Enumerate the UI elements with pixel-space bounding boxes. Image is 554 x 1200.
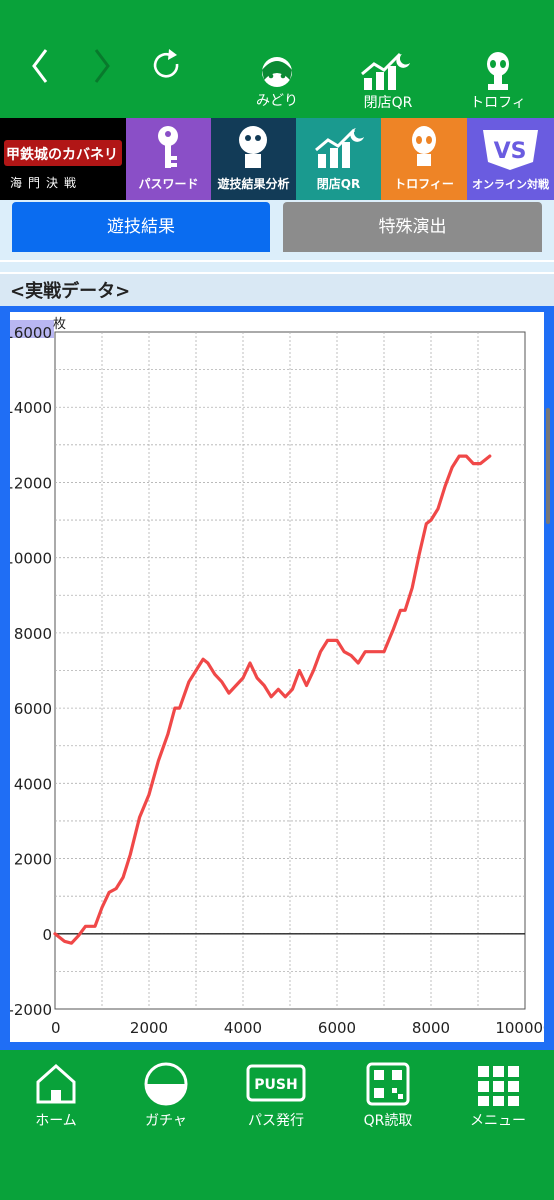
chevron-right-icon: [94, 49, 110, 83]
back-button[interactable]: [12, 40, 72, 120]
chevron-left-icon: [32, 49, 48, 83]
x-tick-label: 4000: [224, 1019, 262, 1037]
closing-qr-tile-label: 閉店QR: [316, 177, 361, 191]
mascot-label: みどり: [256, 93, 298, 109]
y-axis-unit-label: 枚: [53, 317, 66, 332]
x-tick-label: 6000: [318, 1019, 356, 1037]
chart-frame: 0200040006000800010000G-2000020004000600…: [0, 306, 554, 1050]
x-tick-label: 10000G: [495, 1019, 544, 1037]
game-logo-title: 甲鉄城のカバネリ: [6, 147, 118, 163]
bottom-nav: ホーム ガチャ PUSH パス発行 QR読取 メニュー: [0, 1050, 554, 1200]
password-label: パスワード: [138, 177, 199, 191]
forward-button[interactable]: [70, 40, 130, 120]
gacha-capsule-icon: [144, 1062, 188, 1106]
nav-qr-scan-label: QR読取: [363, 1113, 413, 1129]
y-tick-label: 10000: [10, 550, 52, 568]
x-tick-label: 8000: [412, 1019, 450, 1037]
y-tick-label: 12000: [10, 474, 52, 492]
tab-special-effects[interactable]: 特殊演出: [283, 202, 542, 252]
top-nav-bar: みどり 閉店QR トロフィー: [0, 0, 554, 131]
closing-qr-tile[interactable]: 閉店QR: [296, 118, 381, 200]
reload-icon: [153, 49, 179, 78]
play-analysis-button[interactable]: 遊技結果分析: [211, 118, 296, 200]
y-tick-label: 6000: [14, 700, 52, 718]
play-analysis-label: 遊技結果分析: [217, 177, 290, 191]
scrollbar[interactable]: [546, 408, 550, 524]
y-tick-label: -2000: [10, 1001, 52, 1019]
qr-code-icon: [366, 1062, 410, 1106]
nav-menu-label: メニュー: [470, 1113, 526, 1129]
online-battle-button[interactable]: VS オンライン対戦: [467, 118, 554, 200]
nav-qr-scan[interactable]: QR読取: [338, 1058, 438, 1138]
y-tick-label: 4000: [14, 775, 52, 793]
vs-shield-icon: VS: [483, 130, 538, 170]
nav-gacha[interactable]: ガチャ: [116, 1058, 216, 1138]
analysis-robot-icon: [239, 126, 267, 168]
push-ticket-icon: PUSH: [246, 1064, 306, 1102]
password-button[interactable]: パスワード: [126, 118, 211, 200]
game-logo[interactable]: 甲鉄城のカバネリ 海門決戦: [0, 118, 126, 200]
section-title: <実戦データ>: [10, 281, 131, 302]
chart-moon-icon: [315, 128, 364, 168]
nav-menu[interactable]: メニュー: [448, 1058, 548, 1138]
feature-banner: 甲鉄城のカバネリ 海門決戦 パスワード 遊技結果分析 閉店QR トロフィー VS…: [0, 118, 554, 200]
trophy-tile[interactable]: トロフィー: [381, 118, 467, 200]
trophy-tile-label: トロフィー: [394, 177, 454, 191]
grid-menu-icon: [478, 1066, 519, 1107]
y-tick-label: 14000: [10, 399, 52, 417]
x-tick-label: 2000: [130, 1019, 168, 1037]
chart-area: 0200040006000800010000G-2000020004000600…: [4, 312, 554, 1042]
y-tick-label: 0: [42, 926, 52, 944]
svg-text:VS: VS: [494, 139, 527, 164]
play-data-chart: 0200040006000800010000G-2000020004000600…: [4, 317, 554, 1037]
section-header: <実戦データ>: [0, 272, 554, 306]
game-logo-subtitle: 海門決戦: [10, 176, 83, 190]
alien-trophy-icon: [487, 52, 509, 90]
closing-qr-label: 閉店QR: [363, 95, 413, 111]
y-tick-label: 2000: [14, 851, 52, 869]
tab-bar: 遊技結果 特殊演出: [0, 200, 554, 260]
nav-pass-issue[interactable]: PUSH パス発行: [226, 1058, 326, 1138]
y-tick-label: 16000: [10, 324, 52, 342]
svg-text:PUSH: PUSH: [254, 1077, 297, 1093]
home-icon: [36, 1063, 76, 1104]
x-tick-label: 0: [51, 1019, 61, 1037]
key-icon: [158, 126, 178, 168]
nav-home-label: ホーム: [35, 1113, 77, 1129]
y-tick-label: 8000: [14, 625, 52, 643]
nav-pass-issue-label: パス発行: [248, 1113, 304, 1129]
tab-divider: [0, 262, 554, 272]
closing-qr-icon: [361, 52, 410, 90]
alien-headphones-icon: [412, 126, 436, 166]
nav-gacha-label: ガチャ: [145, 1113, 187, 1129]
tab-play-result[interactable]: 遊技結果: [12, 202, 270, 252]
nav-home[interactable]: ホーム: [6, 1058, 106, 1138]
reload-button[interactable]: [136, 40, 196, 120]
online-battle-label: オンライン対戦: [472, 178, 549, 191]
